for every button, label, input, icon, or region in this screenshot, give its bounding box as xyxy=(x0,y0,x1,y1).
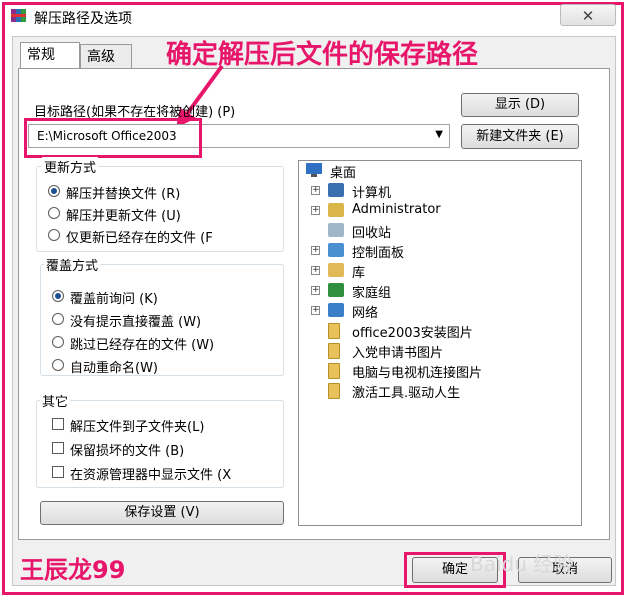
user-folder-icon xyxy=(328,203,344,217)
radio-overwrite-without-prompt[interactable] xyxy=(52,313,64,325)
folder-icon xyxy=(328,343,340,359)
tree-item[interactable]: 入党申请书图片 xyxy=(352,342,443,361)
update-mode-title: 更新方式 xyxy=(42,157,99,176)
title-bar: 解压路径及选项 ✕ xyxy=(6,4,618,30)
checkbox-keep-broken-files[interactable] xyxy=(52,442,64,454)
radio-extract-update[interactable] xyxy=(48,207,60,219)
computer-icon xyxy=(328,183,344,197)
radio-label: 覆盖前询问 (K) xyxy=(70,292,158,307)
folder-icon xyxy=(328,383,340,399)
radio-label: 跳过已经存在的文件 (W) xyxy=(70,338,215,353)
folder-icon xyxy=(328,323,340,339)
radio-auto-rename[interactable] xyxy=(52,359,64,371)
tab-advanced[interactable]: 高级 xyxy=(80,44,132,68)
tree-item[interactable]: 控制面板 xyxy=(352,242,404,261)
recycle-bin-icon xyxy=(328,223,344,237)
tab-general[interactable]: 常规 xyxy=(20,42,80,68)
show-button[interactable]: 显示 (D) xyxy=(461,93,579,117)
tree-item[interactable]: 激活工具.驱动人生 xyxy=(352,382,460,401)
tree-item[interactable]: 回收站 xyxy=(352,222,391,241)
tree-item[interactable]: Administrator xyxy=(352,202,441,220)
radio-label: 仅更新已经存在的文件 (F xyxy=(66,231,213,246)
radio-skip-existing[interactable] xyxy=(52,336,64,348)
tree-expander-icon[interactable]: + xyxy=(311,246,320,255)
radio-label: 自动重命名(W) xyxy=(70,361,158,376)
radio-label: 没有提示直接覆盖 (W) xyxy=(70,315,202,330)
homegroup-icon xyxy=(328,283,344,297)
chevron-down-icon[interactable]: ▼ xyxy=(435,129,443,140)
desktop-icon xyxy=(306,163,322,177)
close-button[interactable]: ✕ xyxy=(560,4,616,26)
tab-label: 常规 xyxy=(27,47,55,63)
tree-item[interactable]: 网络 xyxy=(352,302,378,321)
tree-item[interactable]: 库 xyxy=(352,262,365,281)
tree-item[interactable]: 家庭组 xyxy=(352,282,391,301)
save-settings-button[interactable]: 保存设置 (V) xyxy=(40,501,284,525)
tree-item[interactable]: office2003安装图片 xyxy=(352,322,473,341)
misc-title: 其它 xyxy=(40,391,71,410)
tab-label: 高级 xyxy=(87,49,115,65)
tree-expander-icon[interactable]: + xyxy=(311,286,320,295)
tree-expander-icon[interactable]: + xyxy=(311,186,320,195)
checkbox-label: 解压文件到子文件夹(L) xyxy=(70,420,205,435)
radio-ask-before-overwrite[interactable] xyxy=(52,290,64,302)
new-folder-button-label: 新建文件夹 (E) xyxy=(476,129,564,144)
overwrite-mode-title: 覆盖方式 xyxy=(44,255,101,274)
watermark-text: 王辰龙99 xyxy=(20,556,126,584)
folder-icon xyxy=(328,363,340,379)
radio-label: 解压并替换文件 (R) xyxy=(66,187,181,202)
radio-extract-replace[interactable] xyxy=(48,185,60,197)
tree-item[interactable]: 电脑与电视机连接图片 xyxy=(352,362,482,381)
tree-item[interactable]: 计算机 xyxy=(352,182,391,201)
radio-label: 解压并更新文件 (U) xyxy=(66,209,181,224)
new-folder-button[interactable]: 新建文件夹 (E) xyxy=(461,124,579,149)
control-panel-icon xyxy=(328,243,344,257)
radio-update-existing[interactable] xyxy=(48,229,60,241)
tree-item-desktop[interactable]: 桌面 xyxy=(330,162,356,181)
close-icon: ✕ xyxy=(581,7,595,25)
tree-expander-icon[interactable]: + xyxy=(311,206,320,215)
save-settings-label: 保存设置 (V) xyxy=(124,505,200,520)
tree-expander-icon[interactable]: + xyxy=(311,266,320,275)
show-button-label: 显示 (D) xyxy=(494,97,546,112)
checkbox-extract-to-subfolder[interactable] xyxy=(52,418,64,430)
checkbox-label: 保留损坏的文件 (B) xyxy=(70,444,185,459)
checkbox-show-in-explorer[interactable] xyxy=(52,466,64,478)
checkbox-label: 在资源管理器中显示文件 (X xyxy=(70,468,232,483)
library-icon xyxy=(328,263,344,277)
tree-expander-icon[interactable]: + xyxy=(311,306,320,315)
winrar-icon xyxy=(11,9,26,22)
window-title: 解压路径及选项 xyxy=(34,11,132,27)
path-highlight-box xyxy=(24,118,202,158)
network-icon xyxy=(328,303,344,317)
baidu-watermark: Baidu 经验 xyxy=(470,552,574,576)
